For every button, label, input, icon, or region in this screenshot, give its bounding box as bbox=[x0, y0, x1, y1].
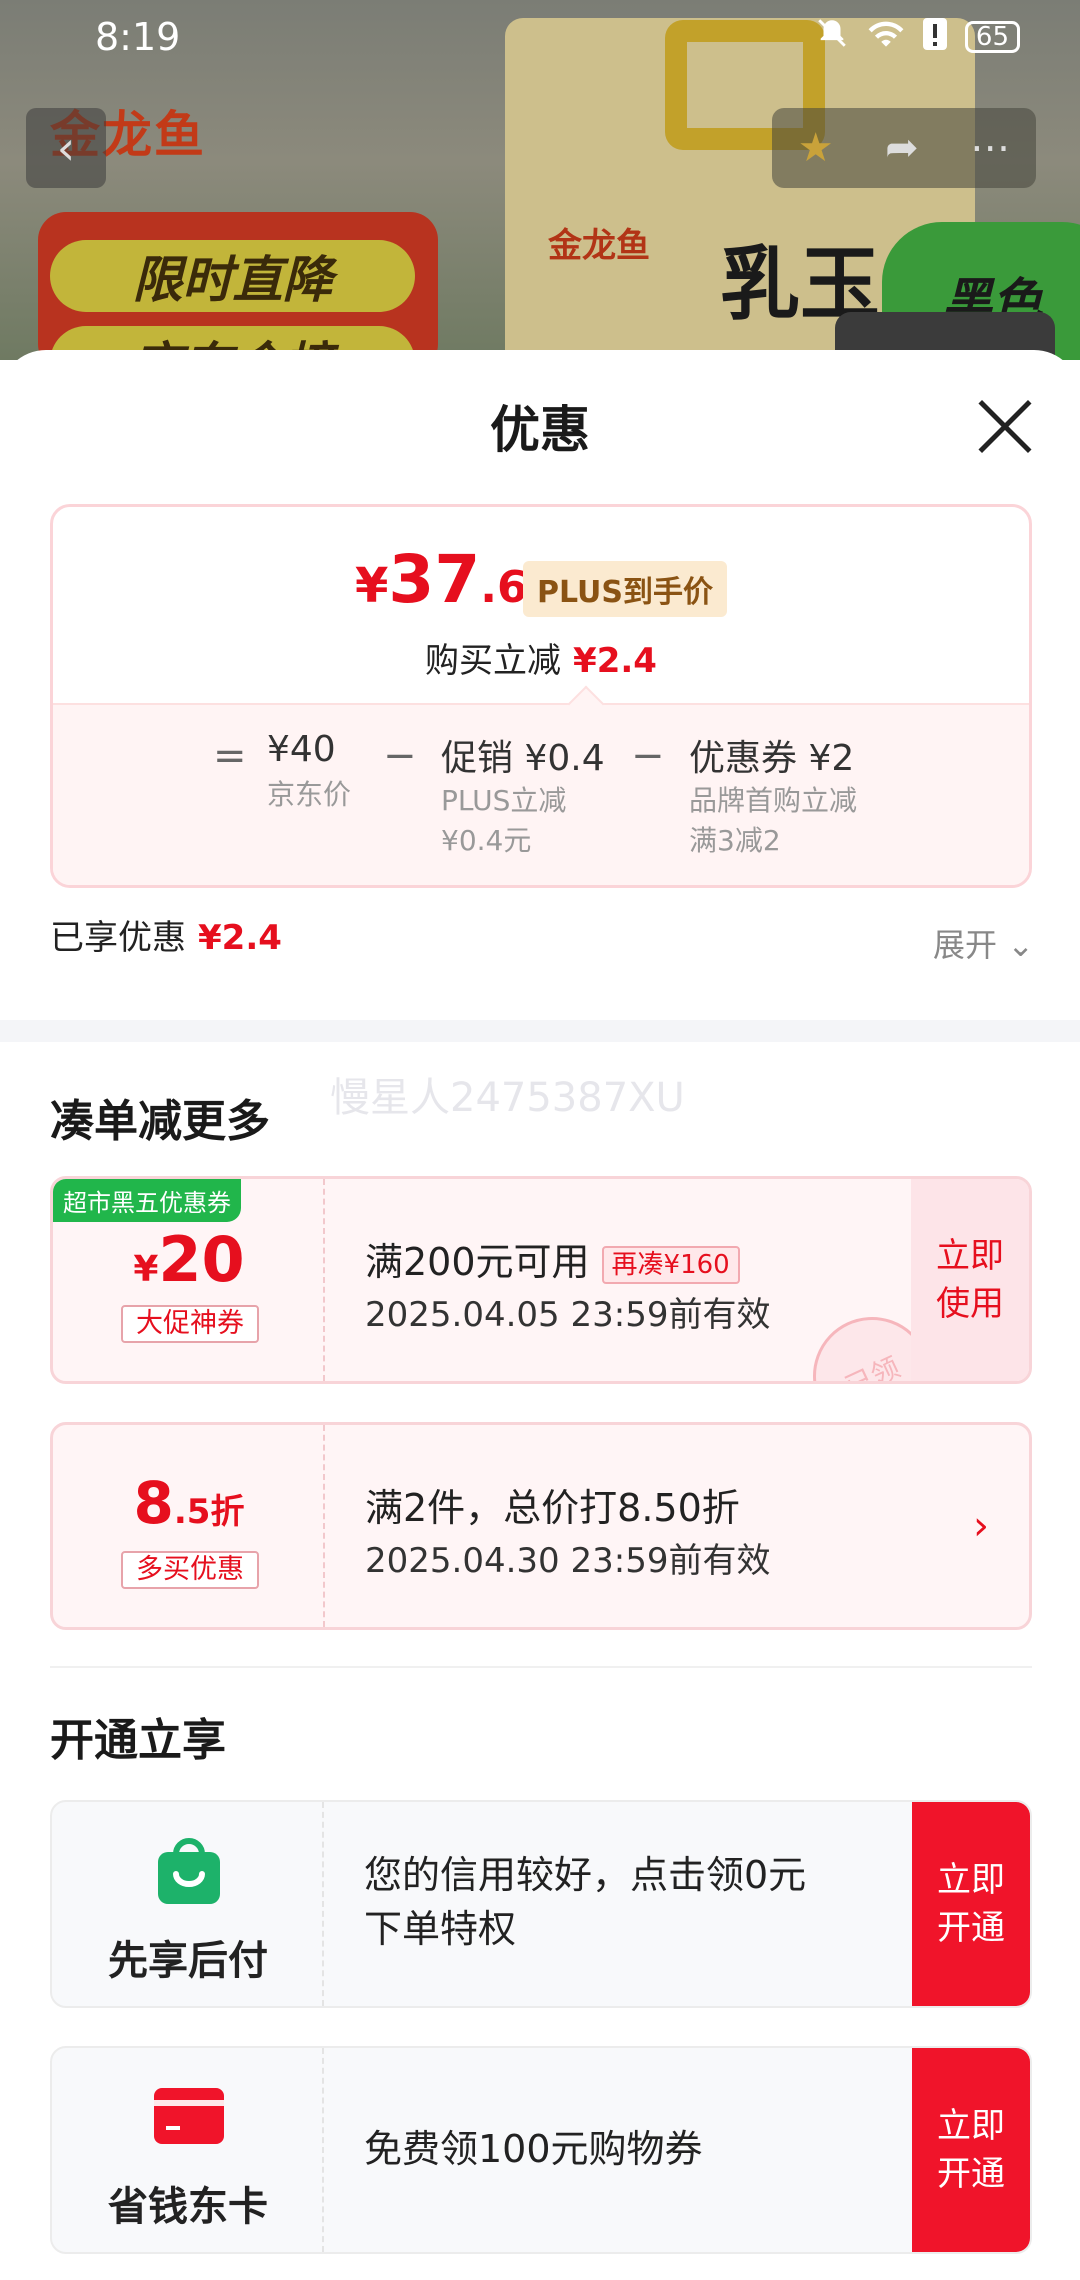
close-icon[interactable] bbox=[976, 398, 1032, 454]
price-formula: = ¥40 京东价 − 促销 ¥0.4 PLUS立减 ¥0.4元 − 优惠券 ¥… bbox=[53, 703, 1029, 885]
section-divider bbox=[0, 1020, 1080, 1042]
open-saving-card-button[interactable]: 立即 开通 bbox=[912, 2048, 1030, 2252]
use-now-button[interactable]: 立即 使用 bbox=[911, 1179, 1029, 1381]
coupon-tag: 超市黑五优惠券 bbox=[53, 1179, 241, 1222]
promo-detail-1: PLUS立减 bbox=[441, 784, 567, 817]
coupon-detail-1: 品牌首购立减 bbox=[689, 784, 858, 817]
plus-price-tag: PLUS到手价 bbox=[523, 561, 728, 617]
more-icon[interactable]: ⋯ bbox=[970, 125, 1010, 171]
battery-icon: 65 bbox=[964, 21, 1020, 53]
discount-line: 购买立减 ¥2.4 bbox=[425, 641, 657, 681]
card-icon bbox=[154, 2082, 224, 2152]
expand-button[interactable]: 展开 ⌄ bbox=[933, 920, 1034, 966]
share-icon[interactable]: ➦ bbox=[885, 125, 919, 171]
pay-later-text-2: 下单特权 bbox=[364, 1907, 517, 1951]
back-button[interactable]: ‹ bbox=[26, 108, 106, 188]
nav-actions: ★ ➦ ⋯ bbox=[772, 108, 1036, 188]
bag-brand: 金龙鱼 bbox=[548, 226, 650, 266]
base-price: ¥40 bbox=[267, 729, 336, 770]
wifi-icon bbox=[867, 15, 905, 59]
coupon-condition: 满200元可用 再凑¥160 bbox=[365, 1231, 740, 1286]
multi-buy-card[interactable]: 8.5折 多买优惠 满2件，总价打8.50折 2025.04.30 23:59前… bbox=[50, 1422, 1032, 1630]
shopping-bag-icon bbox=[154, 1836, 224, 1906]
coupon-value: ¥20 bbox=[133, 1223, 245, 1296]
status-bar: 8:19 65 bbox=[0, 0, 1080, 74]
coupon-label: 大促神券 bbox=[121, 1305, 259, 1343]
final-price: ¥ 37 .6 bbox=[355, 541, 528, 618]
saving-card-card: 省钱东卡 免费领100元购物券 立即 开通 bbox=[50, 2046, 1032, 2254]
status-time: 8:19 bbox=[95, 15, 181, 59]
alert-icon bbox=[922, 15, 947, 59]
add-more-tag: 再凑¥160 bbox=[601, 1245, 740, 1284]
pay-later-text-1: 您的信用较好，点击领0元 bbox=[364, 1853, 807, 1897]
watermark: 慢星人2475387XU bbox=[330, 1075, 685, 1121]
pay-later-name: 先享后付 bbox=[108, 1938, 268, 1984]
multi-buy-value: 8.5折 bbox=[133, 1469, 245, 1537]
minus-sign-2: − bbox=[631, 733, 665, 779]
promo-detail-2: ¥0.4元 bbox=[441, 824, 532, 857]
divider-line bbox=[50, 1666, 1032, 1668]
section-title-more: 凑单减更多 bbox=[50, 1096, 270, 1147]
sheet-title: 优惠 bbox=[490, 401, 590, 459]
section-title-open: 开通立享 bbox=[50, 1715, 226, 1766]
minus-sign-1: − bbox=[383, 733, 417, 779]
base-price-label: 京东价 bbox=[267, 778, 352, 811]
multi-buy-validity: 2025.04.30 23:59前有效 bbox=[365, 1541, 771, 1581]
chevron-right-icon: › bbox=[973, 1503, 989, 1549]
multi-buy-condition: 满2件，总价打8.50折 bbox=[365, 1486, 740, 1530]
saving-card-text: 免费领100元购物券 bbox=[364, 2127, 703, 2171]
chevron-left-icon: ‹ bbox=[56, 121, 76, 175]
chevron-down-icon: ⌄ bbox=[1007, 926, 1034, 964]
coupon-card-20: 超市黑五优惠券 ¥20 大促神券 满200元可用 再凑¥160 2025.04.0… bbox=[50, 1176, 1032, 1384]
coupon-amount: 优惠券 ¥2 bbox=[689, 738, 855, 779]
coupon-validity: 2025.04.05 23:59前有效 bbox=[365, 1295, 771, 1335]
star-icon[interactable]: ★ bbox=[798, 125, 834, 171]
coupon-detail-2: 满3减2 bbox=[689, 824, 781, 857]
enjoyed-discount: 已享优惠 ¥2.4 bbox=[50, 918, 282, 958]
open-pay-later-button[interactable]: 立即 开通 bbox=[912, 1802, 1030, 2006]
promo-pill-1: 限时直降 bbox=[50, 240, 415, 312]
multi-buy-label: 多买优惠 bbox=[121, 1551, 259, 1589]
mute-icon bbox=[815, 15, 849, 59]
discount-sheet: 优惠 ¥ 37 .6 PLUS到手价 购买立减 ¥2.4 = ¥40 京东价 − … bbox=[0, 350, 1080, 2280]
saving-card-name: 省钱东卡 bbox=[108, 2184, 268, 2230]
pay-later-card: 先享后付 您的信用较好，点击领0元 下单特权 立即 开通 bbox=[50, 1800, 1032, 2008]
price-breakdown-card: ¥ 37 .6 PLUS到手价 购买立减 ¥2.4 = ¥40 京东价 − 促销 … bbox=[50, 504, 1032, 888]
promo-amount: 促销 ¥0.4 bbox=[441, 738, 605, 779]
equals-sign: = bbox=[213, 733, 247, 779]
